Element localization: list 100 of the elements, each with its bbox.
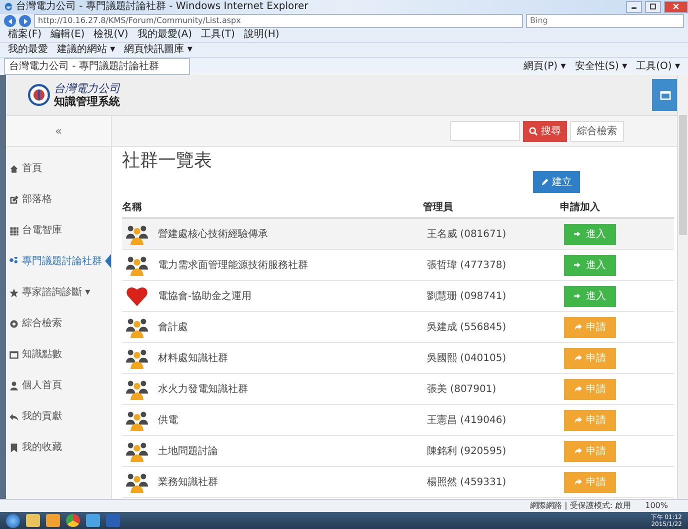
group-icon: [126, 409, 148, 431]
command-item[interactable]: 網頁(P) ▾: [524, 60, 566, 72]
community-name: 業務知識社群: [158, 476, 218, 489]
table-row[interactable]: 土地問題討論 陳銘利 (920595) 申請: [122, 436, 674, 467]
community-name: 電力需求面管理能源技術服務社群: [158, 258, 308, 272]
back-button[interactable]: [4, 15, 16, 28]
search-field[interactable]: Bing: [526, 14, 684, 28]
address-field[interactable]: http://10.16.27.8/KMS/Forum/Community/List.aspx: [34, 14, 523, 28]
community-name: 土地問題討論: [158, 444, 218, 458]
manager-name: 陳銘利 (920595): [427, 444, 508, 458]
enter-icon: [574, 292, 582, 300]
sidebar-item[interactable]: 我的貢獻: [6, 401, 111, 432]
command-item[interactable]: 工具(O) ▾: [636, 60, 680, 72]
search-input[interactable]: [450, 121, 520, 141]
chrome-taskbar-icon[interactable]: [66, 514, 80, 528]
sidebar-item[interactable]: 綜合檢索: [6, 308, 111, 339]
zoom-level[interactable]: 100%: [645, 501, 668, 512]
menu-item[interactable]: 檢視(V): [94, 29, 128, 42]
share-arrow-icon: [574, 447, 582, 456]
table-row[interactable]: 電力需求面管理能源技術服務社群 張哲瑋 (477378) 進入: [122, 250, 674, 281]
manager-name: 張美 (807901): [427, 382, 498, 396]
window-title: 台灣電力公司 - 專門議題討論社群 - Windows Internet Explorer: [16, 0, 308, 13]
maximize-button[interactable]: [645, 0, 661, 13]
sidebar-item[interactable]: 我的收藏: [6, 432, 111, 463]
user-icon: [9, 380, 19, 390]
system-name: 知識管理系統: [54, 95, 120, 108]
sidebar-item[interactable]: 首頁: [6, 153, 111, 184]
favorites-item[interactable]: 我的最愛: [8, 44, 48, 56]
active-pointer-icon: [105, 254, 111, 268]
group-icon: [126, 471, 148, 493]
menu-item[interactable]: 檔案(F): [8, 29, 42, 42]
group-icon: [126, 440, 148, 462]
browser-tab[interactable]: 台灣電力公司 - 專門議題討論社群: [4, 58, 190, 75]
advanced-search-button[interactable]: 綜合檢索: [570, 120, 624, 142]
search-button[interactable]: 搜尋: [523, 120, 567, 142]
column-header: 管理員: [423, 200, 454, 214]
manager-name: 楊照然 (459331): [427, 476, 508, 489]
reply-icon: [9, 412, 19, 422]
community-name: 營建處核心技術經驗傳承: [158, 228, 268, 241]
share-arrow-icon: [574, 385, 582, 394]
table-row[interactable]: 營建處核心技術經驗傳承 王名威 (081671) 進入: [122, 219, 674, 250]
search-icon: [529, 126, 538, 136]
page-title: 社群一覽表: [122, 149, 213, 173]
manager-name: 吳建成 (556845): [427, 320, 508, 334]
security-zone: 網際網路 | 受保護模式: 啟用: [530, 501, 632, 512]
menu-item[interactable]: 說明(H): [244, 29, 280, 42]
layout-button[interactable]: [652, 79, 678, 111]
menu-item[interactable]: 編輯(E): [50, 29, 85, 42]
command-item[interactable]: 安全性(S) ▾: [574, 60, 628, 72]
community-name: 水火力發電知識社群: [158, 382, 248, 396]
create-button[interactable]: 建立: [533, 171, 580, 193]
pencil-icon: [541, 178, 549, 186]
browser-icon: [4, 2, 13, 12]
sidebar-item[interactable]: 專家諮詢診斷 ▾: [6, 277, 111, 308]
share-arrow-icon: [574, 323, 582, 332]
forward-arrow-icon: [22, 18, 28, 25]
share-arrow-icon: [574, 478, 582, 486]
start-button[interactable]: [6, 514, 20, 528]
sidebar-item[interactable]: 個人首頁: [6, 370, 111, 401]
column-header: 申請加入: [560, 200, 601, 214]
maximize-icon: [649, 3, 657, 10]
share-arrow-icon: [574, 354, 582, 362]
community-name: 材料處知識社群: [158, 352, 228, 365]
community-name: 電協會-協助金之運用: [158, 290, 252, 303]
manager-name: 吳國熙 (040105): [427, 352, 508, 365]
community-name: 會計處: [158, 320, 188, 334]
table-row[interactable]: 水火力發電知識社群 張美 (807901) 申請: [122, 374, 674, 405]
home-icon: [9, 164, 19, 174]
edit-icon: [9, 194, 19, 204]
sidebar-item[interactable]: 專門議題討論社群: [6, 246, 111, 277]
table-row[interactable]: 業務知識社群 楊照然 (459331) 申請: [122, 467, 674, 498]
sidebar-item[interactable]: 部落格: [6, 184, 111, 215]
minimize-button[interactable]: [626, 0, 642, 13]
table-row[interactable]: 電協會-協助金之運用 劉慧珊 (098741) 進入: [122, 281, 674, 312]
table-row[interactable]: 供電 王憲昌 (419046) 申請: [122, 405, 674, 436]
bookmark-icon: [9, 442, 19, 452]
table-row[interactable]: 會計處 吳建成 (556845) 申請: [122, 312, 674, 343]
group-icon: [126, 347, 148, 369]
sidebar-item[interactable]: 台電智庫: [6, 215, 111, 246]
forward-button[interactable]: [19, 15, 31, 28]
column-header: 名稱: [122, 200, 143, 214]
grid-icon: [9, 226, 19, 236]
back-arrow-icon: [6, 18, 14, 25]
manager-name: 劉慧珊 (098741): [427, 290, 508, 303]
favorites-item[interactable]: 建議的網站 ▾: [57, 44, 116, 56]
enter-icon: [574, 230, 582, 238]
menu-item[interactable]: 我的最愛(A): [137, 29, 192, 42]
manager-name: 張哲瑋 (477378): [427, 258, 508, 272]
close-button[interactable]: [664, 0, 688, 13]
share-arrow-icon: [574, 416, 582, 424]
enter-icon: [574, 261, 582, 270]
star-icon: [9, 288, 19, 298]
scrollbar-thumb[interactable]: [679, 115, 687, 235]
manager-name: 王憲昌 (419046): [427, 414, 508, 427]
favorites-item[interactable]: 網頁快訊圖庫 ▾: [124, 44, 192, 56]
sidebar-item[interactable]: 知識點數: [6, 339, 111, 370]
group-icon: [126, 254, 148, 276]
table-row[interactable]: 材料處知識社群 吳國熙 (040105) 申請: [122, 343, 674, 374]
group-icon: [126, 316, 148, 338]
menu-item[interactable]: 工具(T): [201, 29, 235, 42]
